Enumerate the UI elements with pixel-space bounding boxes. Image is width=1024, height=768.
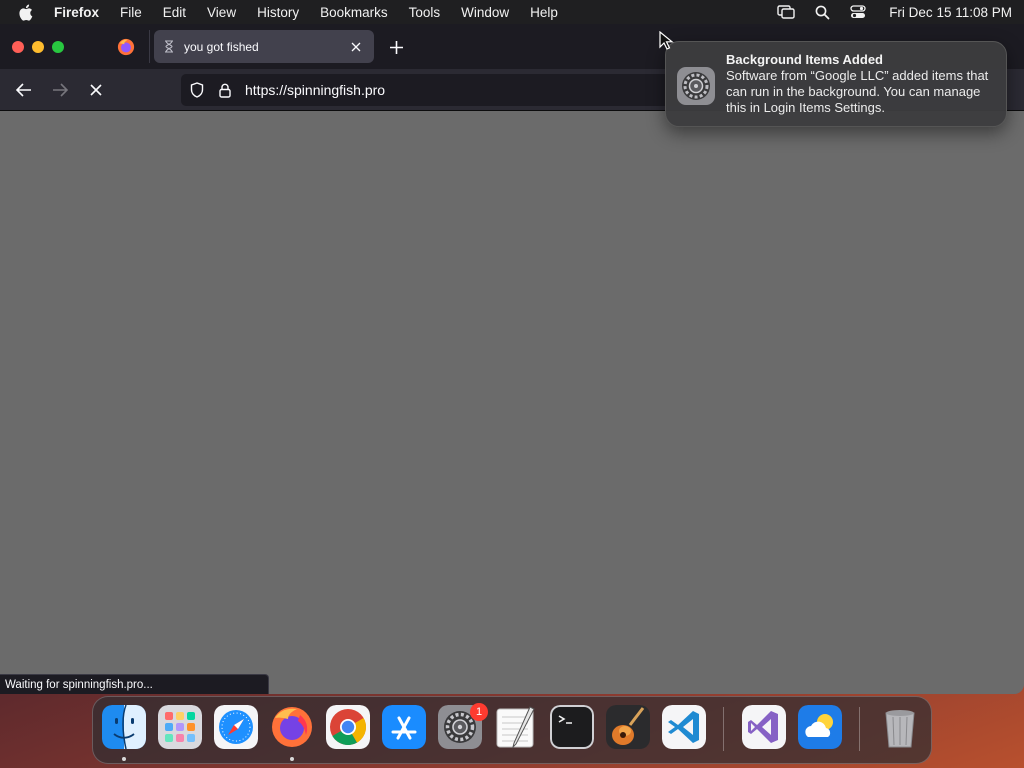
dock-finder-icon[interactable]: [102, 705, 146, 749]
menu-view[interactable]: View: [207, 5, 236, 20]
close-icon: [90, 84, 102, 96]
menu-bar: Firefox File Edit View History Bookmarks…: [0, 0, 1024, 24]
apple-menu-icon[interactable]: [18, 3, 34, 21]
notification-title: Background Items Added: [726, 52, 883, 67]
dock-launchpad-icon[interactable]: [158, 705, 202, 749]
dock-separator: [723, 707, 724, 751]
control-center-icon[interactable]: [849, 4, 867, 20]
tab-active[interactable]: you got fished: [154, 30, 374, 63]
screen-mirroring-icon[interactable]: [777, 4, 795, 20]
window-fullscreen-button[interactable]: [52, 41, 64, 53]
mouse-cursor-icon: [659, 31, 674, 50]
lock-icon[interactable]: [217, 82, 233, 98]
dock-terminal-icon[interactable]: [550, 705, 594, 749]
dock-visual-studio-icon[interactable]: [742, 705, 786, 749]
pinned-tab-firefox[interactable]: [110, 33, 142, 61]
dock-weather-icon[interactable]: [798, 705, 842, 749]
firefox-icon: [117, 38, 135, 56]
arrow-right-icon: [53, 83, 68, 97]
menu-app-name[interactable]: Firefox: [54, 5, 99, 20]
dock: 1: [92, 696, 932, 764]
back-button[interactable]: [13, 79, 35, 101]
window-close-button[interactable]: [12, 41, 24, 53]
dock-garageband-icon[interactable]: [606, 705, 650, 749]
stop-loading-button[interactable]: [85, 79, 107, 101]
dock-app-store-icon[interactable]: [382, 705, 426, 749]
notification-body: Software from “Google LLC” added items t…: [726, 68, 989, 115]
tab-close-icon[interactable]: [348, 39, 364, 55]
dock-safari-icon[interactable]: [214, 705, 258, 749]
system-settings-gear-icon: [677, 67, 715, 105]
arrow-left-icon: [16, 83, 31, 97]
window-controls: [12, 41, 64, 53]
spotlight-search-icon[interactable]: [813, 4, 831, 20]
dock-separator: [859, 707, 860, 751]
menu-help[interactable]: Help: [530, 5, 558, 20]
menu-window[interactable]: Window: [461, 5, 509, 20]
address-bar[interactable]: https://spinningfish.pro: [181, 74, 681, 106]
notification-banner[interactable]: Background Items Added Software from “Go…: [665, 41, 1007, 127]
url-text[interactable]: https://spinningfish.pro: [245, 82, 385, 98]
page-content[interactable]: Waiting for spinningfish.pro...: [0, 111, 1024, 694]
plus-icon: [389, 40, 403, 54]
dock-running-indicator: [122, 757, 126, 761]
dock-running-indicator: [290, 757, 294, 761]
dock-chrome-icon[interactable]: [326, 705, 370, 749]
new-tab-button[interactable]: [386, 37, 406, 57]
status-panel: Waiting for spinningfish.pro...: [0, 674, 269, 694]
dock-trash-icon[interactable]: [878, 705, 922, 749]
status-text: Waiting for spinningfish.pro...: [5, 678, 153, 691]
tab-separator: [149, 30, 150, 63]
loading-hourglass-icon: [164, 40, 176, 54]
forward-button[interactable]: [49, 79, 71, 101]
menu-file[interactable]: File: [120, 5, 142, 20]
dock-vscode-icon[interactable]: [662, 705, 706, 749]
dock-textedit-icon[interactable]: [494, 705, 538, 749]
menu-history[interactable]: History: [257, 5, 299, 20]
menu-bookmarks[interactable]: Bookmarks: [320, 5, 388, 20]
dock-firefox-icon[interactable]: [270, 705, 314, 749]
tab-title: you got fished: [184, 39, 259, 54]
menu-edit[interactable]: Edit: [163, 5, 186, 20]
window-minimize-button[interactable]: [32, 41, 44, 53]
tracking-protection-shield-icon[interactable]: [189, 82, 205, 98]
menubar-clock[interactable]: Fri Dec 15 11:08 PM: [889, 5, 1012, 20]
notification-badge: 1: [470, 703, 488, 721]
menu-tools[interactable]: Tools: [409, 5, 441, 20]
